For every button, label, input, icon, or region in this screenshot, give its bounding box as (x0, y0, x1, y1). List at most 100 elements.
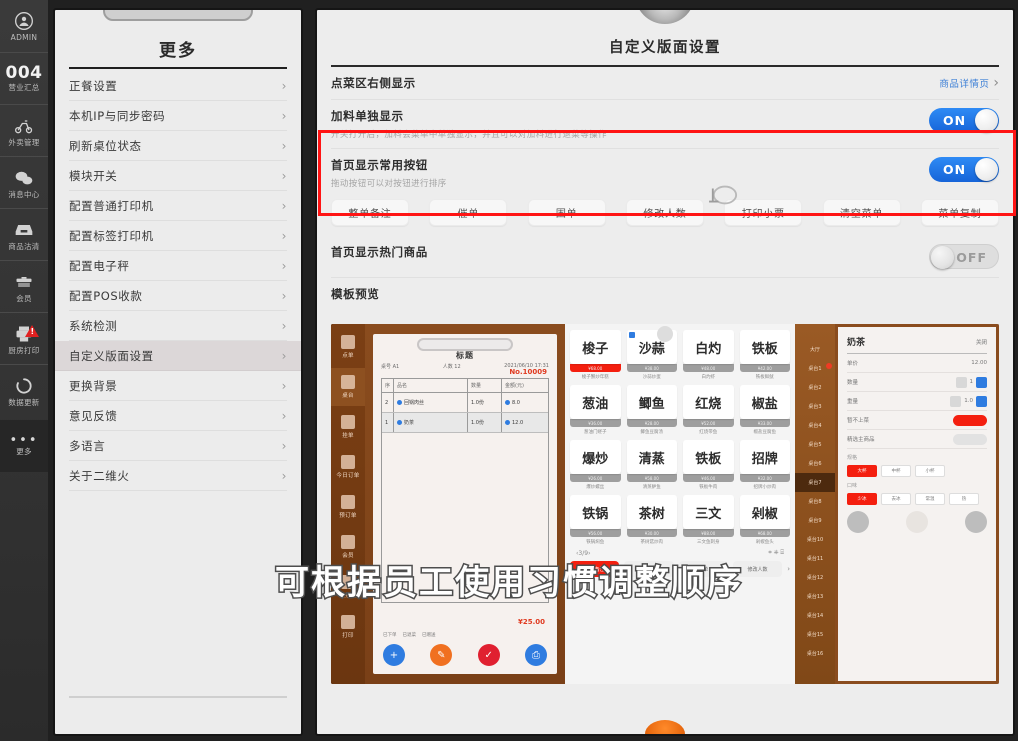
chevron-right-icon: › (281, 138, 287, 153)
preview-dish-title: 红烧 (683, 385, 734, 419)
action-print: ⎙ (524, 644, 547, 666)
chevron-right-icon: › (281, 438, 287, 453)
action-edit: ✎ (430, 644, 453, 666)
preview-detail-row: 重量 1.0 (847, 392, 987, 411)
preview-flavor-label: 口味 (847, 483, 858, 489)
preview-dish-price: ¥68.00 (739, 529, 790, 537)
detail-label: 数量 (847, 380, 859, 386)
quick-button-0[interactable]: 整单备注 (331, 199, 409, 226)
menu-item-13[interactable]: 关于二维火 › (69, 461, 287, 491)
preview-dish-caption: 红烧带鱼 (699, 430, 718, 435)
preview-spec-label: 规格 (847, 455, 858, 461)
detail-label: 单价 (847, 361, 859, 367)
preview-table-no: 桌号 A1 (381, 364, 400, 370)
menu-item-9[interactable]: 自定义版面设置 › (55, 341, 301, 371)
preview-rail-label: 今日订单 (336, 473, 360, 479)
preview-detail-row: 暂不上菜 (847, 411, 987, 430)
toggle-state-label: ON (943, 162, 967, 177)
menu-item-11[interactable]: 意见反馈 › (69, 401, 287, 431)
preview-dish-title: 招牌 (739, 440, 790, 474)
sidebar-item-admin[interactable]: ADMIN (0, 0, 48, 52)
detail-value: 12.00 (971, 360, 987, 366)
menu-item-label: 更换背景 (69, 378, 118, 393)
preview-dish-tile-14: 三文 ¥88.00 三文鱼刺身 (683, 495, 734, 545)
chat-bubble-icon (13, 167, 35, 189)
preview-detail-row: 单价 12.00 (847, 354, 987, 373)
preview-dish-caption: 铁锅焖鱼 (586, 540, 605, 545)
stepper-plus-icon (976, 376, 987, 388)
preview-dish-grid: 梭子 ¥68.00 梭子蟹炒年糕 沙蒜 ¥38.00 沙蒜炒蛋 白灼 ¥48.00 白灼虾 铁板 ¥… (570, 330, 790, 545)
preview-rail-item-3: 今日订单 (331, 448, 365, 486)
setting-row-home-hot-products[interactable]: 首页显示热门商品 OFF (331, 236, 999, 278)
preview-rail-item-0: 点单 (331, 328, 365, 366)
quick-button-5[interactable]: 清空菜单 (822, 199, 901, 226)
quick-button-3[interactable]: 修改人数 (625, 199, 704, 226)
pager-value: 3/9 (578, 549, 589, 557)
sidebar-item-kitchen-print[interactable]: 厨房打印 (0, 312, 48, 364)
preview-detail-row: 数量 1 (847, 373, 987, 392)
preview-dish-price: ¥30.00 (626, 529, 677, 537)
sidebar-item-sales-summary[interactable]: 004 营业汇总 (0, 52, 48, 104)
toggle-home-quick-buttons[interactable]: ON (929, 157, 999, 182)
preview-rail-label: 会员 (342, 553, 354, 559)
menu-item-12[interactable]: 多语言 › (69, 431, 287, 461)
flavor-chip: 热 (949, 493, 979, 505)
sidebar-item-more[interactable]: ••• 更多 (0, 420, 48, 472)
sidebar-item-messages[interactable]: 消息中心 (0, 156, 48, 208)
sidebar-item-member[interactable]: 会员 (0, 260, 48, 312)
preview-table-alert-dot-icon (826, 363, 832, 369)
toggle-addon-separate-display[interactable]: ON (929, 108, 999, 133)
cell-qty: 1.0份 (468, 413, 502, 432)
setting-row-home-quick-buttons[interactable]: 首页显示常用按钮 拖动按钮可以对按钮进行排序 ON (331, 149, 999, 189)
scooter-icon (13, 115, 35, 137)
menu-item-label: 配置电子秤 (69, 258, 130, 273)
sidebar-item-takeout[interactable]: 外卖管理 (0, 104, 48, 156)
preview-table-item-15: 桌台15 (795, 625, 835, 644)
preview-dish-title: 剁椒 (739, 495, 790, 529)
inbox-icon (13, 219, 35, 241)
setting-link-value: 商品详情页 (939, 79, 990, 90)
preview-table-label: 桌台13 (806, 594, 824, 600)
sidebar-item-soldout[interactable]: 商品沽清 (0, 208, 48, 260)
menu-item-10[interactable]: 更换背景 › (69, 371, 287, 401)
col-index: 序 (382, 379, 394, 392)
panel-handle (103, 10, 253, 21)
toggle-home-hot-products[interactable]: OFF (929, 244, 999, 269)
menu-item-3[interactable]: 模块开关 › (69, 161, 287, 191)
menu-item-6[interactable]: 配置电子秤 › (69, 251, 287, 281)
menu-item-8[interactable]: 系统检测 › (69, 311, 287, 341)
menu-item-4[interactable]: 配置普通打印机 › (69, 191, 287, 221)
sidebar-item-label: 会员 (16, 293, 32, 303)
menu-item-0[interactable]: 正餐设置 › (69, 71, 287, 101)
setting-row-addon-separate-display[interactable]: 加料单独显示 开关打开后，加料会菜单中单独显示，并且可以对加料进行退菜等操作 O… (331, 100, 999, 149)
menu-item-7[interactable]: 配置POS收款 › (69, 281, 287, 311)
chevron-right-icon: › (281, 408, 287, 423)
preview-dish-price: ¥48.00 (683, 364, 734, 372)
quick-button-6[interactable]: 菜单复制 (920, 199, 999, 226)
setting-row-right-panel-display[interactable]: 点菜区右侧显示 商品详情页 › (331, 67, 999, 100)
quick-button-1[interactable]: 催单 (429, 199, 508, 226)
preview-table-label: 桌台3 (808, 404, 822, 410)
sidebar-item-label: 商品沽清 (8, 241, 40, 251)
sidebar-item-data-refresh[interactable]: 数据更新 (0, 364, 48, 416)
menu-item-1[interactable]: 本机IP与同步密码 › (69, 101, 287, 131)
preview-detail-close: 关闭 (975, 339, 987, 346)
quick-button-2[interactable]: 围单 (527, 199, 606, 226)
quick-buttons-row: 整单备注 催单 围单 修改人数 打印小票 清空菜单 菜单复制 (331, 199, 999, 236)
preview-detail-footer (847, 511, 987, 533)
alert-badge-icon (25, 325, 39, 337)
app-root: ADMIN 004 营业汇总 外卖管理 消息中心 商品沽清 会员 ! 厨房打印 … (0, 0, 1018, 741)
preview-table-item-11: 桌台11 (795, 549, 835, 568)
detail-decrease-button (847, 511, 869, 533)
menu-item-2[interactable]: 刷新桌位状态 › (69, 131, 287, 161)
col-amount: 金额(元) (505, 383, 524, 389)
product-detail-link[interactable]: 商品详情页 › (939, 75, 999, 91)
preview-dish-grid-panel: 梭子 ¥68.00 梭子蟹炒年糕 沙蒜 ¥38.00 沙蒜炒蛋 白灼 ¥48.00 白灼虾 铁板 ¥… (565, 324, 795, 684)
preview-dish-caption: 爆炒螺丝 (586, 485, 605, 490)
menu-item-label: 正餐设置 (69, 78, 118, 93)
preview-rail-label: 交接班 (339, 593, 357, 599)
preview-dish-title: 铁锅 (570, 495, 621, 529)
preview-rail-label: 预订单 (339, 513, 357, 519)
menu-item-5[interactable]: 配置标签打印机 › (69, 221, 287, 251)
preview-table-item-10: 桌台10 (795, 530, 835, 549)
